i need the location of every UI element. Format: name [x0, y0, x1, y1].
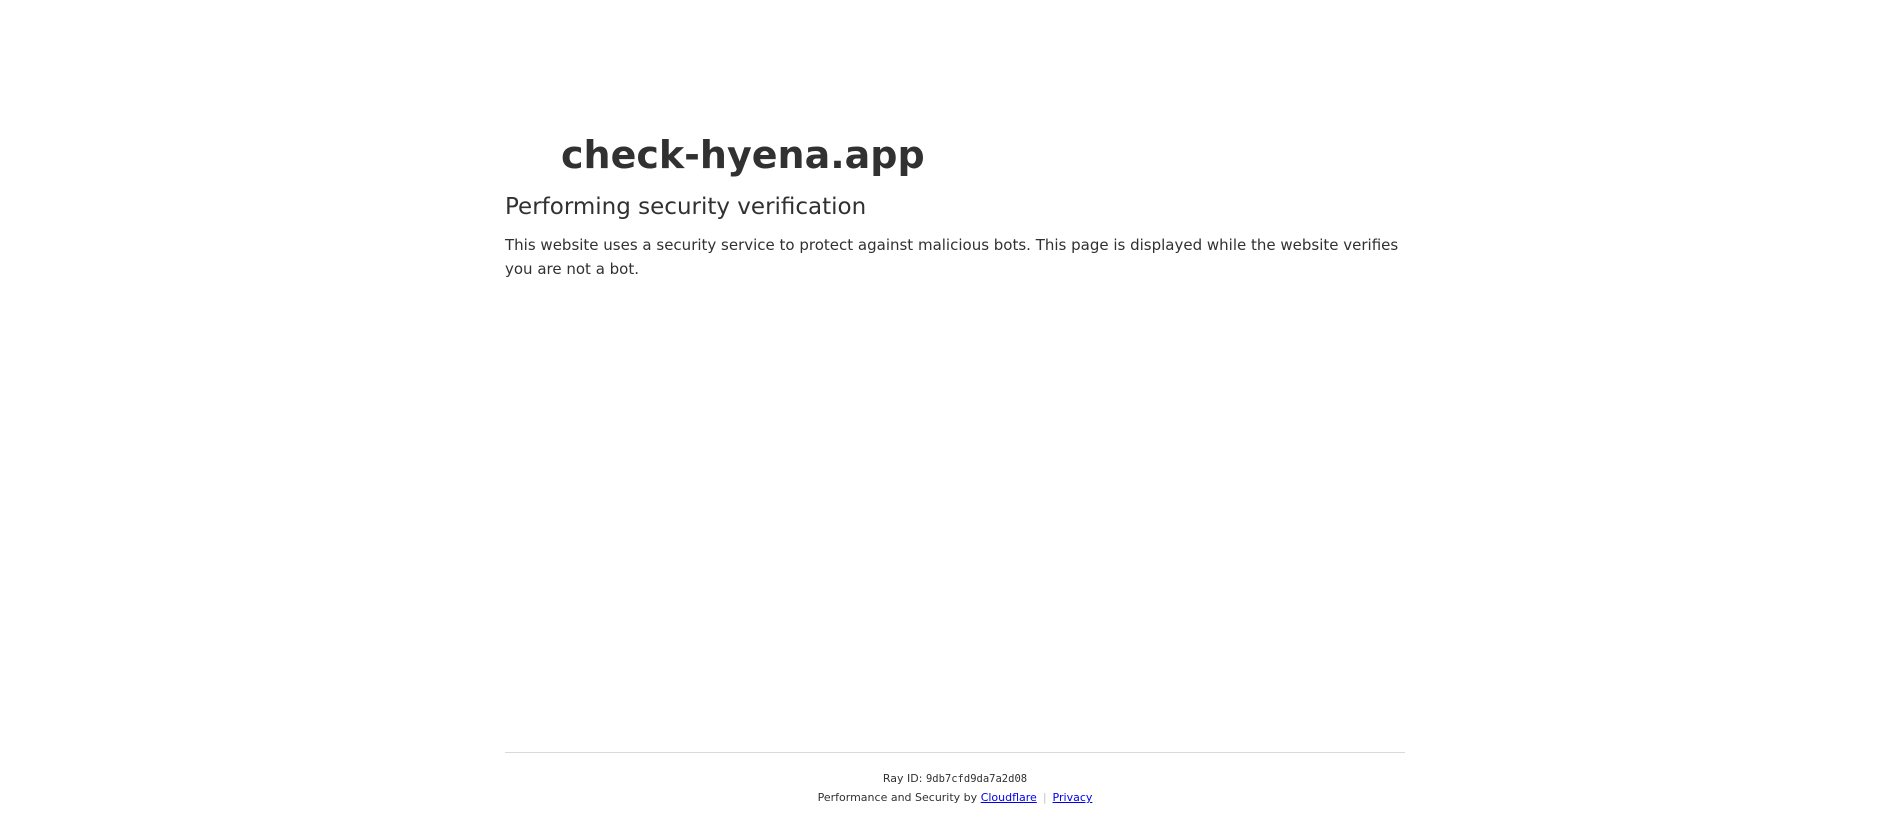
- main-content: check-hyena.app Performing security veri…: [505, 125, 1405, 281]
- ray-id-label: Ray ID:: [882, 772, 926, 785]
- privacy-link[interactable]: Privacy: [1053, 791, 1093, 804]
- credits-row: Performance and Security by Cloudflare | P…: [505, 790, 1405, 806]
- page-heading: Performing security verification: [505, 194, 867, 220]
- credits-prefix: Performance and Security by: [817, 791, 981, 804]
- footer: Ray ID: 9db7cfd9da7a2d08 Performance and…: [505, 752, 1405, 806]
- site-title-row: check-hyena.app: [505, 125, 1405, 185]
- cloudflare-link[interactable]: Cloudflare: [981, 791, 1037, 804]
- ray-id-row: Ray ID: 9db7cfd9da7a2d08: [505, 771, 1405, 787]
- site-favicon-icon: [505, 135, 545, 175]
- challenge-page: check-hyena.app Performing security veri…: [0, 0, 1902, 818]
- footer-separator: |: [1042, 791, 1047, 804]
- ray-id-value: 9db7cfd9da7a2d08: [925, 773, 1028, 785]
- page-description: This website uses a security service to …: [505, 236, 1399, 278]
- site-title: check-hyena.app: [561, 133, 925, 177]
